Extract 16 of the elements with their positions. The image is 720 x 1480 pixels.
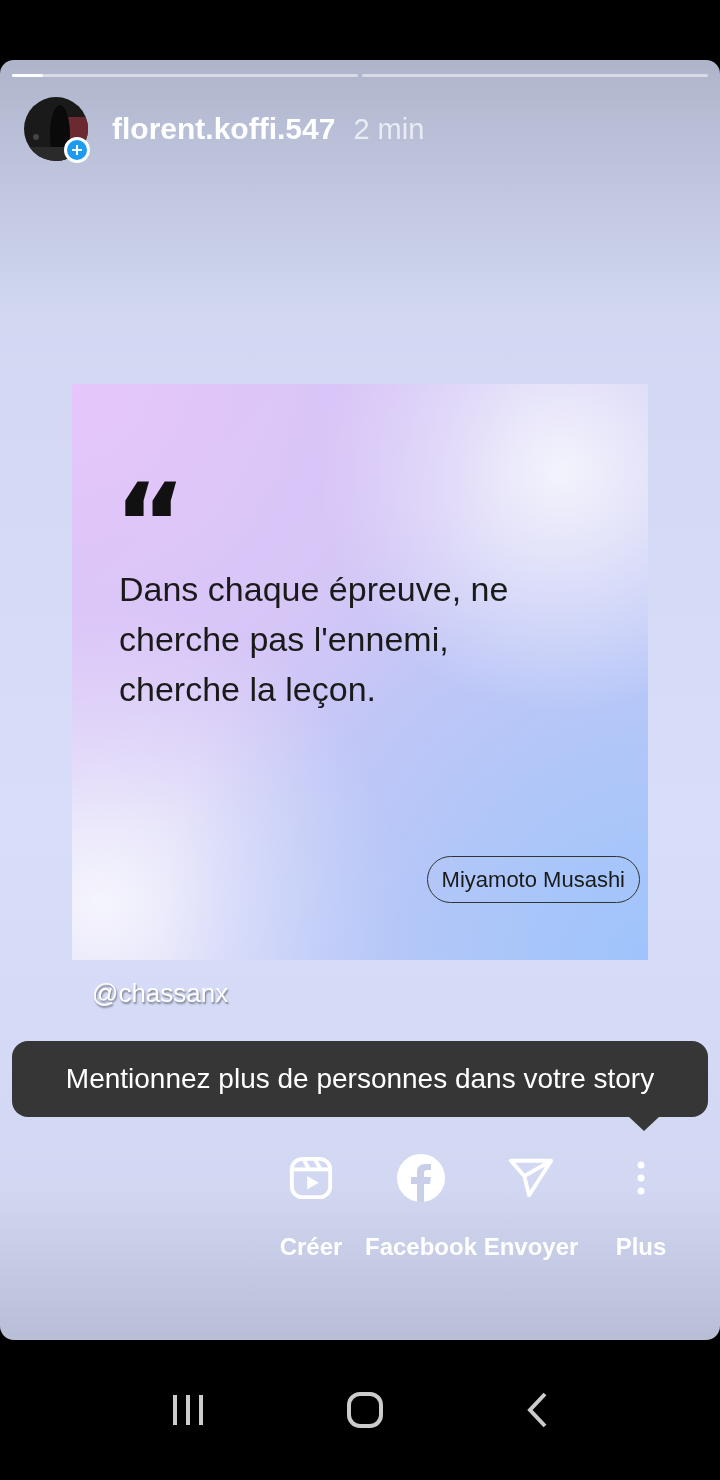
- reels-icon: [288, 1155, 334, 1201]
- more-icon: [636, 1160, 646, 1196]
- quote-mark: “: [114, 474, 187, 544]
- facebook-icon: [397, 1154, 445, 1202]
- share-button[interactable]: Créer: [256, 1153, 366, 1265]
- mention-sticker[interactable]: @chassanx: [92, 974, 229, 1013]
- share-button[interactable]: Plus: [586, 1153, 696, 1265]
- home-icon[interactable]: [346, 1391, 384, 1429]
- tooltip[interactable]: Mentionnez plus de personnes dans votre story: [12, 1041, 708, 1117]
- username[interactable]: florent.koffi.547: [112, 106, 336, 152]
- share-button[interactable]: Envoyer: [476, 1153, 586, 1265]
- quote-text: Dans chaque épreuve, ne cherche pas l'ennemi, cherche la leçon.: [119, 569, 510, 710]
- share-button[interactable]: Facebook: [366, 1153, 476, 1265]
- recent-apps-icon[interactable]: [170, 1393, 205, 1427]
- add-icon[interactable]: [64, 137, 90, 163]
- tooltip-pointer: [628, 1116, 660, 1131]
